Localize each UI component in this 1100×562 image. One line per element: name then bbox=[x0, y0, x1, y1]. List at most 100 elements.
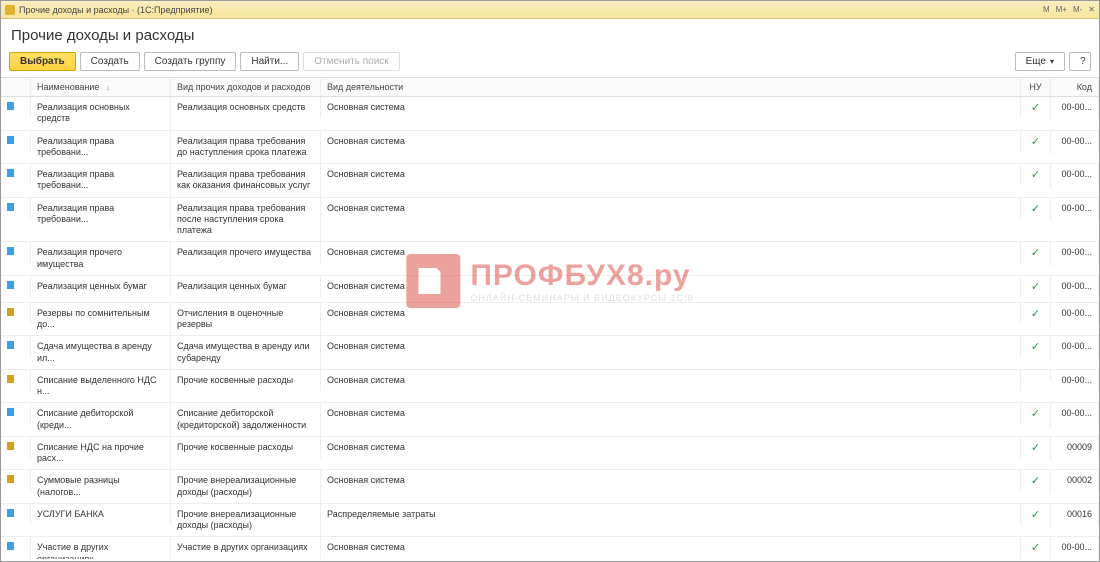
row-type: Прочие косвенные расходы bbox=[171, 370, 321, 391]
table-row[interactable]: Резервы по сомнительным до...Отчисления … bbox=[1, 303, 1099, 337]
table-row[interactable]: УСЛУГИ БАНКАПрочие внереализационные дох… bbox=[1, 504, 1099, 538]
create-group-button[interactable]: Создать группу bbox=[144, 52, 237, 71]
mem-mminus-button[interactable]: M- bbox=[1073, 5, 1082, 14]
row-name: Списание НДС на прочие расх... bbox=[31, 437, 171, 470]
row-type: Реализация ценных бумаг bbox=[171, 276, 321, 297]
row-type: Участие в других организациях bbox=[171, 537, 321, 558]
table-row[interactable]: Списание дебиторской (креди...Списание д… bbox=[1, 403, 1099, 437]
row-code: 00-00... bbox=[1051, 97, 1099, 118]
table-row[interactable]: Списание НДС на прочие расх...Прочие кос… bbox=[1, 437, 1099, 471]
header-nu[interactable]: НУ bbox=[1021, 78, 1051, 96]
row-name: Реализация права требовани... bbox=[31, 131, 171, 164]
more-button[interactable]: Еще ▾ bbox=[1015, 52, 1065, 71]
help-button[interactable]: ? bbox=[1069, 52, 1091, 71]
row-name: Реализация права требовани... bbox=[31, 198, 171, 231]
row-nu: ✓ bbox=[1021, 164, 1051, 188]
table-row[interactable]: Участие в других организацияхУчастие в д… bbox=[1, 537, 1099, 559]
header-code[interactable]: Код bbox=[1051, 78, 1099, 96]
row-type: Реализация права требования до наступлен… bbox=[171, 131, 321, 164]
create-button[interactable]: Создать bbox=[80, 52, 140, 71]
table-row[interactable]: Реализация права требовани...Реализация … bbox=[1, 164, 1099, 198]
row-name: Реализация права требовани... bbox=[31, 164, 171, 197]
table-row[interactable]: Реализация прочего имуществаРеализация п… bbox=[1, 242, 1099, 276]
row-activity: Основная система bbox=[321, 470, 1021, 491]
check-icon: ✓ bbox=[1031, 281, 1040, 293]
select-button[interactable]: Выбрать bbox=[9, 52, 76, 71]
cancel-find-button[interactable]: Отменить поиск bbox=[303, 52, 399, 71]
row-type: Реализация прочего имущества bbox=[171, 242, 321, 263]
row-type-icon bbox=[1, 164, 31, 185]
row-nu: ✓ bbox=[1021, 198, 1051, 222]
row-name: Списание выделенного НДС н... bbox=[31, 370, 171, 403]
row-activity: Основная система bbox=[321, 537, 1021, 558]
row-type-icon bbox=[1, 437, 31, 458]
mem-m-button[interactable]: M bbox=[1043, 5, 1050, 14]
window-controls: M M+ M- ✕ bbox=[1043, 5, 1095, 14]
row-name: Списание дебиторской (креди... bbox=[31, 403, 171, 436]
row-nu: ✓ bbox=[1021, 504, 1051, 528]
mem-mplus-button[interactable]: M+ bbox=[1056, 5, 1067, 14]
row-type-icon bbox=[1, 303, 31, 324]
header-name[interactable]: Наименование ↓ bbox=[31, 78, 171, 96]
check-icon: ✓ bbox=[1031, 247, 1040, 259]
row-activity: Основная система bbox=[321, 198, 1021, 219]
page-title: Прочие доходы и расходы bbox=[1, 19, 1099, 50]
row-type-icon bbox=[1, 470, 31, 491]
row-code: 00-00... bbox=[1051, 403, 1099, 424]
table-row[interactable]: Списание выделенного НДС н...Прочие косв… bbox=[1, 370, 1099, 404]
row-code: 00016 bbox=[1051, 504, 1099, 525]
check-icon: ✓ bbox=[1031, 475, 1040, 487]
find-button[interactable]: Найти... bbox=[240, 52, 299, 71]
check-icon: ✓ bbox=[1031, 203, 1040, 215]
header-type[interactable]: Вид прочих доходов и расходов bbox=[171, 78, 321, 96]
row-code: 00-00... bbox=[1051, 537, 1099, 558]
check-icon: ✓ bbox=[1031, 341, 1040, 353]
check-icon: ✓ bbox=[1031, 442, 1040, 454]
row-activity: Основная система bbox=[321, 437, 1021, 458]
row-nu: ✓ bbox=[1021, 470, 1051, 494]
header-icon[interactable] bbox=[1, 78, 31, 96]
table-headers: Наименование ↓ Вид прочих доходов и расх… bbox=[1, 78, 1099, 97]
row-code: 00-00... bbox=[1051, 303, 1099, 324]
check-icon: ✓ bbox=[1031, 542, 1040, 554]
row-type-icon bbox=[1, 97, 31, 118]
check-icon: ✓ bbox=[1031, 408, 1040, 420]
row-code: 00-00... bbox=[1051, 164, 1099, 185]
table-row[interactable]: Реализация основных средствРеализация ос… bbox=[1, 97, 1099, 131]
row-name: Реализация основных средств bbox=[31, 97, 171, 130]
table-row[interactable]: Суммовые разницы (налогов...Прочие внере… bbox=[1, 470, 1099, 504]
row-type: Реализация права требования после наступ… bbox=[171, 198, 321, 242]
row-type-icon bbox=[1, 242, 31, 263]
chevron-down-icon: ▾ bbox=[1050, 57, 1054, 66]
row-type-icon bbox=[1, 276, 31, 297]
table-row[interactable]: Реализация права требовани...Реализация … bbox=[1, 131, 1099, 165]
check-icon: ✓ bbox=[1031, 169, 1040, 181]
row-activity: Основная система bbox=[321, 97, 1021, 118]
row-nu: ✓ bbox=[1021, 242, 1051, 266]
header-activity[interactable]: Вид деятельности bbox=[321, 78, 1021, 96]
row-name: УСЛУГИ БАНКА bbox=[31, 504, 171, 525]
row-type: Реализация права требования как оказания… bbox=[171, 164, 321, 197]
row-activity: Основная система bbox=[321, 242, 1021, 263]
row-activity: Основная система bbox=[321, 403, 1021, 424]
row-type-icon bbox=[1, 131, 31, 152]
row-name: Участие в других организациях bbox=[31, 537, 171, 559]
table-row[interactable]: Реализация ценных бумагРеализация ценных… bbox=[1, 276, 1099, 303]
close-icon[interactable]: ✕ bbox=[1088, 5, 1095, 14]
row-code: 00-00... bbox=[1051, 242, 1099, 263]
row-code: 00-00... bbox=[1051, 198, 1099, 219]
row-type: Прочие внереализационные доходы (расходы… bbox=[171, 470, 321, 503]
titlebar-text: Прочие доходы и расходы · (1С:Предприяти… bbox=[19, 5, 1043, 15]
row-activity: Основная система bbox=[321, 336, 1021, 357]
sort-asc-icon: ↓ bbox=[106, 83, 110, 92]
row-name: Сдача имущества в аренду ил... bbox=[31, 336, 171, 369]
row-type: Отчисления в оценочные резервы bbox=[171, 303, 321, 336]
row-activity: Основная система bbox=[321, 131, 1021, 152]
row-code: 00009 bbox=[1051, 437, 1099, 458]
table-row[interactable]: Реализация права требовани...Реализация … bbox=[1, 198, 1099, 243]
row-code: 00-00... bbox=[1051, 276, 1099, 297]
row-type: Списание дебиторской (кредиторской) задо… bbox=[171, 403, 321, 436]
table-row[interactable]: Сдача имущества в аренду ил...Сдача имущ… bbox=[1, 336, 1099, 370]
titlebar: Прочие доходы и расходы · (1С:Предприяти… bbox=[1, 1, 1099, 19]
row-name: Резервы по сомнительным до... bbox=[31, 303, 171, 336]
